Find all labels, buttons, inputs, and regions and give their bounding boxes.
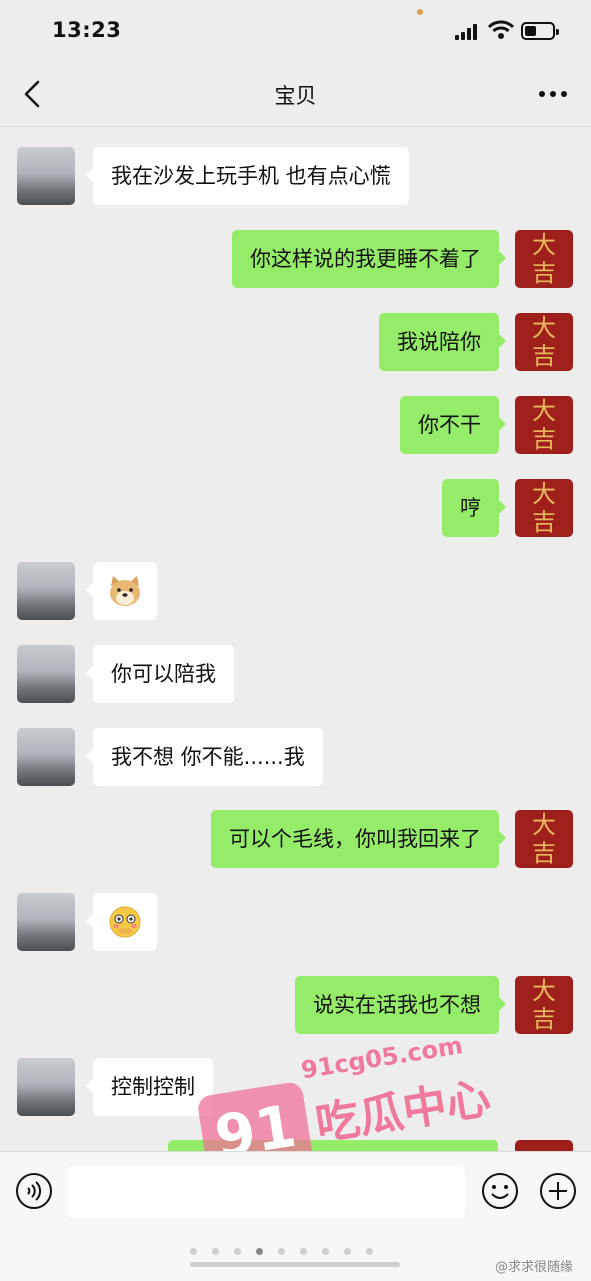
emoji-bubble[interactable] xyxy=(86,893,157,951)
my-avatar[interactable]: 大 吉 xyxy=(515,230,573,288)
more-options-icon[interactable] xyxy=(535,78,571,110)
page-indicator xyxy=(190,1248,410,1256)
message-bubble[interactable]: 哼 xyxy=(442,479,506,537)
home-indicator xyxy=(190,1262,400,1267)
emoji-bubble[interactable] xyxy=(86,562,157,620)
contact-avatar[interactable] xyxy=(17,147,75,205)
message-bubble[interactable]: 我不想 你不能......我 xyxy=(86,728,323,786)
my-avatar[interactable]: 大 吉 xyxy=(515,479,573,537)
message-bubble-partial[interactable] xyxy=(168,1140,498,1151)
status-time: 13:23 xyxy=(52,18,122,42)
message-bubble[interactable]: 控制控制 xyxy=(86,1058,213,1116)
my-avatar[interactable]: 大 吉 xyxy=(515,396,573,454)
more-actions-plus-icon[interactable] xyxy=(539,1172,577,1210)
message-row: 大 吉 你不干 xyxy=(0,396,591,454)
message-row: 大 吉 可以个毛线，你叫我回来了 xyxy=(0,810,591,868)
status-bar: 13:23 xyxy=(0,0,591,62)
message-bubble[interactable]: 你不干 xyxy=(400,396,506,454)
message-row: 我在沙发上玩手机 也有点心慌 xyxy=(0,147,591,205)
privacy-indicator-dot xyxy=(417,9,423,15)
source-credit: @求求很随缘 xyxy=(494,1260,573,1275)
message-row-partial xyxy=(0,1140,591,1151)
message-row: 大 吉 我说陪你 xyxy=(0,313,591,371)
message-row: 大 吉 说实在话我也不想 xyxy=(0,976,591,1034)
message-bubble[interactable]: 说实在话我也不想 xyxy=(295,976,506,1034)
contact-avatar[interactable] xyxy=(17,893,75,951)
message-bubble[interactable]: 我说陪你 xyxy=(379,313,506,371)
message-row xyxy=(0,893,591,951)
message-row: 你可以陪我 xyxy=(0,645,591,703)
voice-input-icon[interactable] xyxy=(15,1172,53,1210)
message-row: 我不想 你不能......我 xyxy=(0,728,591,786)
wifi-icon xyxy=(488,20,514,39)
message-input[interactable] xyxy=(68,1166,465,1218)
battery-icon xyxy=(521,22,559,40)
chat-title: 宝贝 xyxy=(274,84,317,108)
message-bubble[interactable]: 我在沙发上玩手机 也有点心慌 xyxy=(86,147,409,205)
contact-avatar[interactable] xyxy=(17,728,75,786)
message-bubble[interactable]: 你可以陪我 xyxy=(86,645,234,703)
shy-emoji-icon xyxy=(109,906,141,938)
message-bubble[interactable]: 你这样说的我更睡不着了 xyxy=(232,230,506,288)
message-row: 大 吉 你这样说的我更睡不着了 xyxy=(0,230,591,288)
contact-avatar[interactable] xyxy=(17,562,75,620)
my-avatar[interactable]: 大 吉 xyxy=(515,313,573,371)
my-avatar[interactable]: 大 吉 xyxy=(515,810,573,868)
my-avatar-partial[interactable] xyxy=(515,1140,573,1151)
message-row: 控制控制 xyxy=(0,1058,591,1116)
my-avatar[interactable]: 大 吉 xyxy=(515,976,573,1034)
contact-avatar[interactable] xyxy=(17,1058,75,1116)
message-row: 大 吉 哼 xyxy=(0,479,591,537)
chat-header: 宝贝 xyxy=(0,62,591,127)
message-row xyxy=(0,562,591,620)
cellular-signal-icon xyxy=(455,24,481,40)
emoji-picker-icon[interactable] xyxy=(481,1172,519,1210)
message-bubble[interactable]: 可以个毛线，你叫我回来了 xyxy=(211,810,506,868)
doge-emoji-icon xyxy=(110,576,140,606)
contact-avatar[interactable] xyxy=(17,645,75,703)
